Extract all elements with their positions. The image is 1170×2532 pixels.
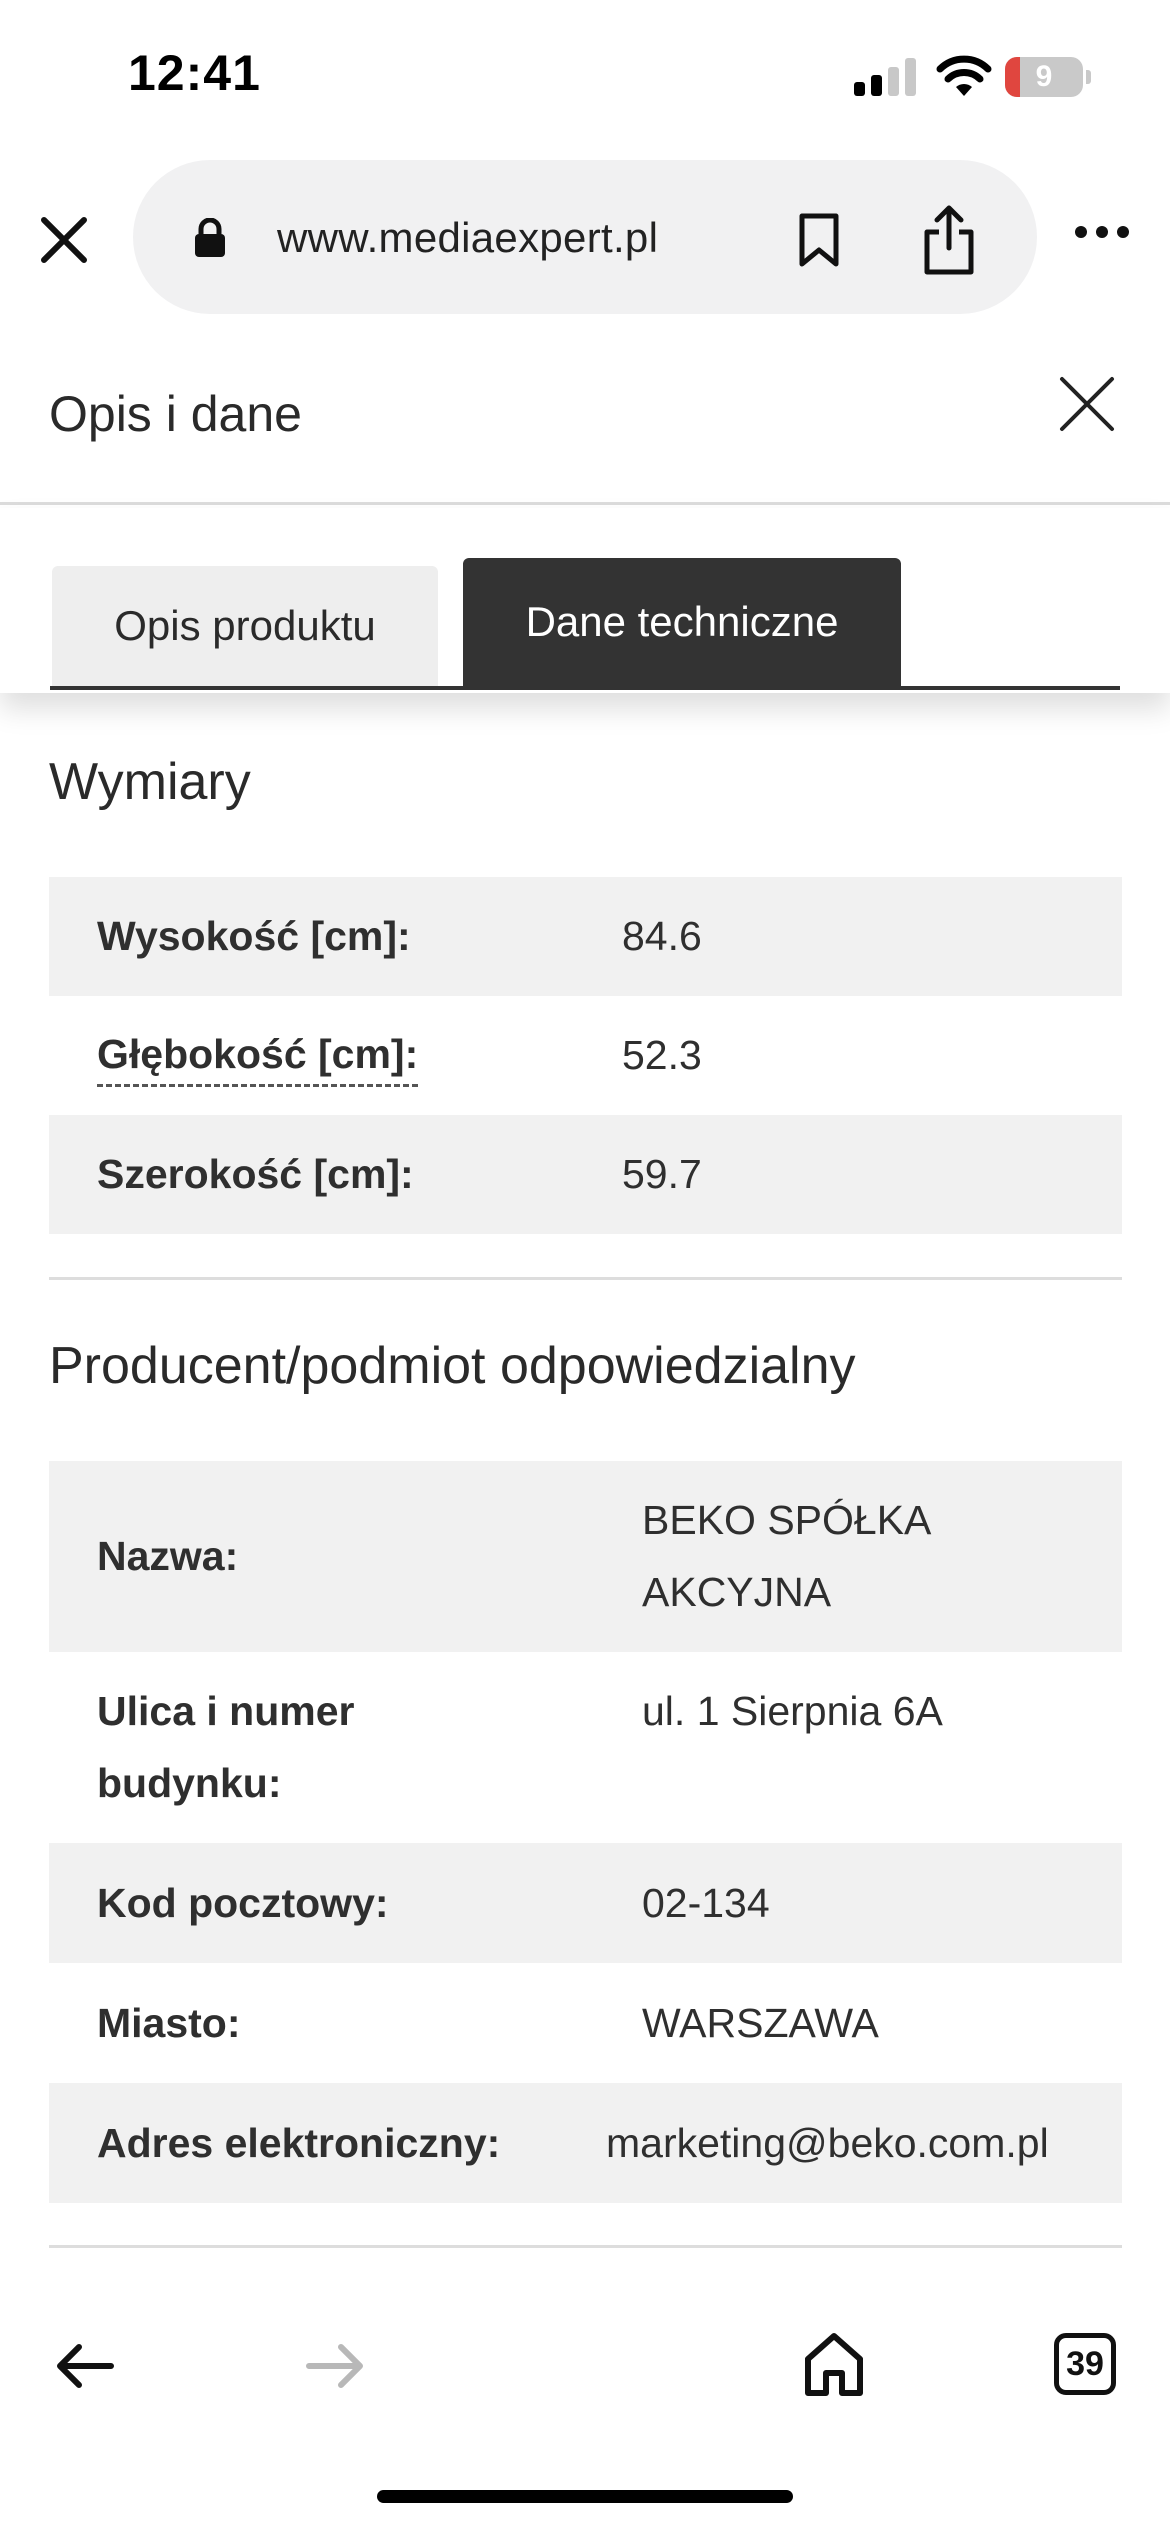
row-value: 52.3 [622,1032,702,1078]
tabs-button[interactable]: 39 [1054,2333,1116,2395]
table-row: Adres elektroniczny: marketing@beko.com.… [49,2083,1122,2203]
battery-percentage: 9 [1035,60,1053,93]
row-value: 02-134 [642,1880,770,1926]
forward-button[interactable] [305,2343,365,2389]
home-icon [805,2333,863,2396]
tab-opis-produktu[interactable]: Opis produktu [52,566,438,686]
dimensions-table: Wysokość [cm]: 84.6 Głębokość [cm]: 52.3… [49,877,1122,1234]
table-row: Głębokość [cm]: 52.3 [49,996,1122,1115]
row-label: Nazwa: [97,1533,239,1579]
row-value: 59.7 [622,1151,702,1197]
tabs-underline [50,686,1120,690]
more-icon [1075,226,1129,238]
section-divider [49,1277,1122,1280]
table-row: Nazwa: BEKO SPÓŁKA AKCYJNA [49,1461,1122,1652]
url-text: www.mediaexpert.pl [277,214,659,261]
lock-icon [193,217,227,258]
table-row: Szerokość [cm]: 59.7 [49,1115,1122,1234]
section-divider [49,2245,1122,2248]
row-label-line: Ulica i numer [97,1688,355,1734]
browser-toolbar: www.mediaexpert.pl [0,150,1170,320]
close-browser-button[interactable] [36,212,92,268]
address-bar[interactable]: www.mediaexpert.pl [133,160,1037,314]
more-menu-button[interactable] [1073,224,1131,240]
row-value-line: BEKO SPÓŁKA [642,1497,932,1543]
share-icon [924,205,974,275]
row-label: Kod pocztowy: [97,1880,389,1926]
table-row: Kod pocztowy: 02-134 [49,1843,1122,1963]
modal-title: Opis i dane [49,386,302,442]
email-value[interactable]: marketing@beko.com.pl [606,2107,1049,2179]
tab-dane-techniczne[interactable]: Dane techniczne [463,558,901,686]
close-icon [1060,377,1114,431]
share-button[interactable] [921,204,977,276]
row-value: 84.6 [622,913,702,959]
close-icon [41,217,87,263]
wifi-icon [936,54,992,98]
home-indicator [377,2490,793,2503]
arrow-left-icon [57,2344,114,2388]
arrow-right-icon [306,2344,363,2388]
row-label-line: budynku: [97,1760,282,1806]
cellular-signal-icon [854,58,916,96]
tabs-bar: Opis produktu Dane techniczne [0,508,1170,693]
row-value: WARSZAWA [642,2000,879,2046]
section-title-producent: Producent/podmiot odpowiedzialny [49,1337,856,1395]
home-button[interactable] [803,2331,865,2397]
status-time: 12:41 [128,45,261,101]
row-value: ul. 1 Sierpnia 6A [642,1688,943,1734]
row-label: Szerokość [cm]: [97,1151,414,1197]
manufacturer-table: Nazwa: BEKO SPÓŁKA AKCYJNA Ulica i numer… [49,1461,1122,2203]
table-row: Wysokość [cm]: 84.6 [49,877,1122,996]
modal-header: Opis i dane [0,320,1170,505]
section-title-wymiary: Wymiary [49,753,251,811]
row-label: Miasto: [97,2000,241,2046]
table-row: Ulica i numer budynku: ul. 1 Sierpnia 6A [49,1652,1122,1843]
row-label: Wysokość [cm]: [97,913,411,959]
back-button[interactable] [55,2343,115,2389]
status-bar: 12:41 9 [0,0,1170,150]
row-value-line: AKCYJNA [642,1569,832,1615]
row-label: Adres elektroniczny: [97,2120,501,2166]
modal-close-button[interactable] [1058,375,1116,433]
bookmark-button[interactable] [796,212,842,268]
table-row: Miasto: WARSZAWA [49,1963,1122,2083]
bookmark-icon [799,213,839,267]
row-label-tooltip[interactable]: Głębokość [cm]: [97,1024,419,1087]
battery-icon: 9 [1005,57,1091,97]
